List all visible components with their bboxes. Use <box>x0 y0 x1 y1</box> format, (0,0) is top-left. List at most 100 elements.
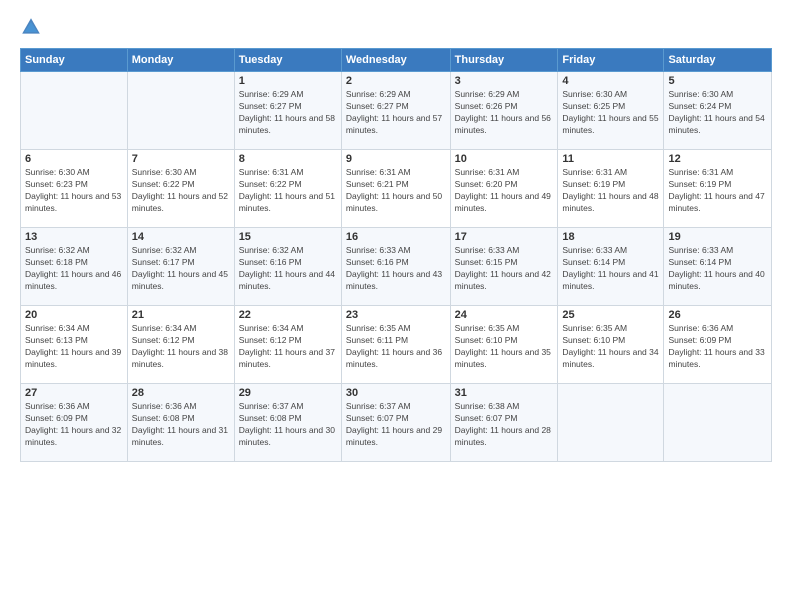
day-number: 25 <box>562 309 659 321</box>
day-number: 12 <box>668 153 767 165</box>
day-header-friday: Friday <box>558 49 664 72</box>
week-row-4: 27 Sunrise: 6:36 AM Sunset: 6:09 PM Dayli… <box>21 384 772 462</box>
day-number: 1 <box>239 75 337 87</box>
day-info: Sunrise: 6:33 AM Sunset: 6:14 PM Dayligh… <box>562 245 659 293</box>
day-info: Sunrise: 6:34 AM Sunset: 6:12 PM Dayligh… <box>132 323 230 371</box>
day-number: 30 <box>346 387 446 399</box>
day-info: Sunrise: 6:33 AM Sunset: 6:16 PM Dayligh… <box>346 245 446 293</box>
day-number: 4 <box>562 75 659 87</box>
day-number: 10 <box>455 153 554 165</box>
calendar-cell: 4Sunrise: 6:30 AM Sunset: 6:25 PM Daylig… <box>558 72 664 150</box>
calendar-cell: 31 Sunrise: 6:38 AM Sunset: 6:07 PM Dayli… <box>450 384 558 462</box>
day-number: 26 <box>668 309 767 321</box>
day-info: Sunrise: 6:34 AM Sunset: 6:13 PM Dayligh… <box>25 323 123 371</box>
day-info: Sunrise: 6:30 AM Sunset: 6:23 PM Dayligh… <box>25 167 123 215</box>
header-row: SundayMondayTuesdayWednesdayThursdayFrid… <box>21 49 772 72</box>
day-header-tuesday: Tuesday <box>234 49 341 72</box>
calendar-cell: 25 Sunrise: 6:35 AM Sunset: 6:10 PM Dayli… <box>558 306 664 384</box>
day-info: Sunrise: 6:35 AM Sunset: 6:11 PM Dayligh… <box>346 323 446 371</box>
calendar-cell: 1 Sunrise: 6:29 AM Sunset: 6:27 PM Daylig… <box>234 72 341 150</box>
day-info: Sunrise: 6:37 AM Sunset: 6:08 PM Dayligh… <box>239 401 337 449</box>
day-info: Sunrise: 6:36 AM Sunset: 6:08 PM Dayligh… <box>132 401 230 449</box>
day-header-monday: Monday <box>127 49 234 72</box>
day-number: 16 <box>346 231 446 243</box>
week-row-3: 20 Sunrise: 6:34 AM Sunset: 6:13 PM Dayli… <box>21 306 772 384</box>
day-info: Sunrise: 6:38 AM Sunset: 6:07 PM Dayligh… <box>455 401 554 449</box>
day-number: 3 <box>455 75 554 87</box>
page: SundayMondayTuesdayWednesdayThursdayFrid… <box>0 0 792 612</box>
calendar-cell: 27 Sunrise: 6:36 AM Sunset: 6:09 PM Dayli… <box>21 384 128 462</box>
day-info: Sunrise: 6:35 AM Sunset: 6:10 PM Dayligh… <box>455 323 554 371</box>
day-info: Sunrise: 6:30 AM Sunset: 6:22 PM Dayligh… <box>132 167 230 215</box>
calendar-cell: 7 Sunrise: 6:30 AM Sunset: 6:22 PM Daylig… <box>127 150 234 228</box>
calendar-cell <box>558 384 664 462</box>
calendar-cell: 19 Sunrise: 6:33 AM Sunset: 6:14 PM Dayli… <box>664 228 772 306</box>
day-number: 28 <box>132 387 230 399</box>
calendar-cell: 5 Sunrise: 6:30 AM Sunset: 6:24 PM Daylig… <box>664 72 772 150</box>
day-number: 21 <box>132 309 230 321</box>
logo-icon <box>20 16 42 38</box>
day-info: Sunrise: 6:31 AM Sunset: 6:19 PM Dayligh… <box>562 167 659 215</box>
calendar-cell: 21 Sunrise: 6:34 AM Sunset: 6:12 PM Dayli… <box>127 306 234 384</box>
day-number: 24 <box>455 309 554 321</box>
calendar-cell: 20 Sunrise: 6:34 AM Sunset: 6:13 PM Dayli… <box>21 306 128 384</box>
day-info: Sunrise: 6:32 AM Sunset: 6:16 PM Dayligh… <box>239 245 337 293</box>
calendar-cell: 22 Sunrise: 6:34 AM Sunset: 6:12 PM Dayli… <box>234 306 341 384</box>
day-info: Sunrise: 6:31 AM Sunset: 6:19 PM Dayligh… <box>668 167 767 215</box>
day-info: Sunrise: 6:35 AM Sunset: 6:10 PM Dayligh… <box>562 323 659 371</box>
day-info: Sunrise: 6:29 AM Sunset: 6:27 PM Dayligh… <box>346 89 446 137</box>
calendar-cell: 18Sunrise: 6:33 AM Sunset: 6:14 PM Dayli… <box>558 228 664 306</box>
day-number: 5 <box>668 75 767 87</box>
week-row-0: 1 Sunrise: 6:29 AM Sunset: 6:27 PM Daylig… <box>21 72 772 150</box>
day-header-wednesday: Wednesday <box>341 49 450 72</box>
calendar-cell: 15 Sunrise: 6:32 AM Sunset: 6:16 PM Dayli… <box>234 228 341 306</box>
day-info: Sunrise: 6:36 AM Sunset: 6:09 PM Dayligh… <box>25 401 123 449</box>
day-info: Sunrise: 6:33 AM Sunset: 6:15 PM Dayligh… <box>455 245 554 293</box>
day-info: Sunrise: 6:30 AM Sunset: 6:24 PM Dayligh… <box>668 89 767 137</box>
day-info: Sunrise: 6:31 AM Sunset: 6:22 PM Dayligh… <box>239 167 337 215</box>
calendar: SundayMondayTuesdayWednesdayThursdayFrid… <box>20 48 772 462</box>
day-number: 7 <box>132 153 230 165</box>
day-number: 29 <box>239 387 337 399</box>
day-info: Sunrise: 6:37 AM Sunset: 6:07 PM Dayligh… <box>346 401 446 449</box>
week-row-1: 6 Sunrise: 6:30 AM Sunset: 6:23 PM Daylig… <box>21 150 772 228</box>
calendar-cell: 8Sunrise: 6:31 AM Sunset: 6:22 PM Daylig… <box>234 150 341 228</box>
day-number: 9 <box>346 153 446 165</box>
calendar-cell: 26 Sunrise: 6:36 AM Sunset: 6:09 PM Dayli… <box>664 306 772 384</box>
day-info: Sunrise: 6:32 AM Sunset: 6:18 PM Dayligh… <box>25 245 123 293</box>
calendar-cell: 16 Sunrise: 6:33 AM Sunset: 6:16 PM Dayli… <box>341 228 450 306</box>
calendar-cell <box>21 72 128 150</box>
day-info: Sunrise: 6:31 AM Sunset: 6:20 PM Dayligh… <box>455 167 554 215</box>
calendar-cell: 24 Sunrise: 6:35 AM Sunset: 6:10 PM Dayli… <box>450 306 558 384</box>
day-info: Sunrise: 6:29 AM Sunset: 6:26 PM Dayligh… <box>455 89 554 137</box>
day-info: Sunrise: 6:34 AM Sunset: 6:12 PM Dayligh… <box>239 323 337 371</box>
day-number: 20 <box>25 309 123 321</box>
day-number: 15 <box>239 231 337 243</box>
day-info: Sunrise: 6:33 AM Sunset: 6:14 PM Dayligh… <box>668 245 767 293</box>
day-number: 27 <box>25 387 123 399</box>
logo <box>20 16 46 38</box>
calendar-cell: 14Sunrise: 6:32 AM Sunset: 6:17 PM Dayli… <box>127 228 234 306</box>
day-number: 22 <box>239 309 337 321</box>
day-number: 14 <box>132 231 230 243</box>
calendar-cell <box>664 384 772 462</box>
day-number: 6 <box>25 153 123 165</box>
day-number: 31 <box>455 387 554 399</box>
calendar-cell: 17Sunrise: 6:33 AM Sunset: 6:15 PM Dayli… <box>450 228 558 306</box>
calendar-cell: 11 Sunrise: 6:31 AM Sunset: 6:19 PM Dayli… <box>558 150 664 228</box>
calendar-cell: 6 Sunrise: 6:30 AM Sunset: 6:23 PM Daylig… <box>21 150 128 228</box>
day-header-sunday: Sunday <box>21 49 128 72</box>
day-info: Sunrise: 6:29 AM Sunset: 6:27 PM Dayligh… <box>239 89 337 137</box>
day-header-thursday: Thursday <box>450 49 558 72</box>
calendar-cell: 12 Sunrise: 6:31 AM Sunset: 6:19 PM Dayli… <box>664 150 772 228</box>
calendar-cell: 30 Sunrise: 6:37 AM Sunset: 6:07 PM Dayli… <box>341 384 450 462</box>
calendar-cell: 10 Sunrise: 6:31 AM Sunset: 6:20 PM Dayli… <box>450 150 558 228</box>
calendar-cell: 13Sunrise: 6:32 AM Sunset: 6:18 PM Dayli… <box>21 228 128 306</box>
day-number: 19 <box>668 231 767 243</box>
week-row-2: 13Sunrise: 6:32 AM Sunset: 6:18 PM Dayli… <box>21 228 772 306</box>
day-header-saturday: Saturday <box>664 49 772 72</box>
day-number: 2 <box>346 75 446 87</box>
day-info: Sunrise: 6:36 AM Sunset: 6:09 PM Dayligh… <box>668 323 767 371</box>
calendar-cell: 28 Sunrise: 6:36 AM Sunset: 6:08 PM Dayli… <box>127 384 234 462</box>
day-number: 11 <box>562 153 659 165</box>
